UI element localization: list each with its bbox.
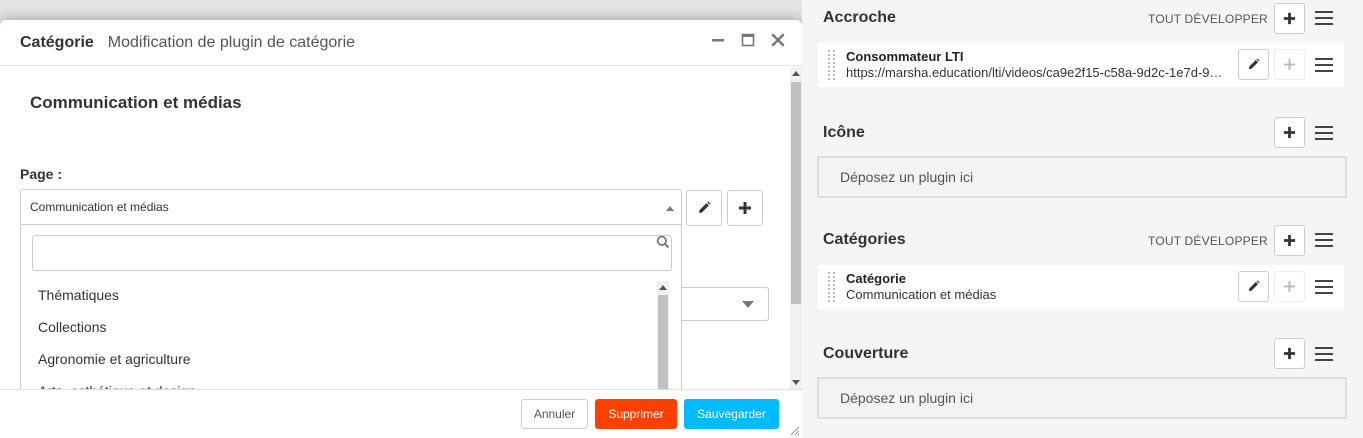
plugin-name: Catégorie xyxy=(846,271,906,286)
add-child-plugin-button[interactable] xyxy=(1274,271,1305,302)
scroll-down-icon[interactable] xyxy=(792,380,800,385)
add-plugin-button[interactable] xyxy=(1274,225,1305,256)
page-select[interactable]: Communication et médias xyxy=(20,189,682,225)
pencil-icon xyxy=(699,201,711,213)
dropdown-option[interactable]: Collections xyxy=(21,311,671,343)
modal-subtitle: Modification de plugin de catégorie xyxy=(107,33,356,51)
dropdown-option[interactable]: Agronomie et agriculture xyxy=(21,343,671,375)
edit-plugin-button[interactable] xyxy=(1238,271,1269,302)
resize-grip-icon[interactable] xyxy=(788,424,800,436)
add-plugin-button[interactable] xyxy=(1274,338,1305,369)
page-dropdown: Thématiques Collections Agronomie et agr… xyxy=(20,225,682,389)
plus-icon xyxy=(1283,347,1296,360)
dropdown-scroll-thumb[interactable] xyxy=(658,295,668,389)
page-heading: Communication et médias xyxy=(30,93,242,112)
dropdown-search-input[interactable] xyxy=(32,235,672,271)
edit-page-button[interactable] xyxy=(686,190,722,226)
pencil-icon xyxy=(1248,280,1260,292)
search-icon xyxy=(656,235,670,249)
close-icon[interactable] xyxy=(770,32,786,48)
expand-all-link[interactable]: TOUT DÉVELOPPER xyxy=(1148,234,1268,248)
dropdown-option[interactable]: Thématiques xyxy=(21,279,671,311)
window-controls xyxy=(710,32,786,48)
page-select-value: Communication et médias xyxy=(30,200,169,214)
section-title-categories: Catégories xyxy=(823,231,906,248)
delete-button[interactable]: Supprimer xyxy=(595,399,677,429)
edit-plugin-button[interactable] xyxy=(1238,49,1269,80)
plus-icon xyxy=(739,202,751,214)
maximize-icon[interactable] xyxy=(740,32,756,48)
add-plugin-button[interactable] xyxy=(1274,3,1305,34)
menu-icon[interactable] xyxy=(1315,280,1333,294)
drop-zone[interactable]: Déposez un plugin ici xyxy=(817,156,1347,198)
dropdown-scrollbar[interactable] xyxy=(657,281,669,389)
section-title-couverture: Couverture xyxy=(823,345,909,362)
caret-up-icon xyxy=(666,206,674,211)
modal-scrollbar[interactable] xyxy=(790,67,802,389)
cancel-button[interactable]: Annuler xyxy=(521,399,588,429)
modal-scroll-thumb[interactable] xyxy=(791,82,801,304)
secondary-select[interactable] xyxy=(682,287,769,321)
plus-icon xyxy=(1283,126,1296,139)
modal-body: Communication et médias Page : Communica… xyxy=(0,67,790,389)
plus-icon xyxy=(1283,12,1296,25)
drag-handle-icon[interactable] xyxy=(828,272,836,302)
plus-icon xyxy=(1283,58,1296,71)
scroll-up-icon[interactable] xyxy=(659,285,667,290)
plugin-name: Consommateur LTI xyxy=(846,49,964,64)
plus-icon xyxy=(1283,280,1296,293)
menu-icon[interactable] xyxy=(1315,126,1333,140)
section-title-accroche: Accroche xyxy=(823,9,896,26)
page-field-label: Page : xyxy=(20,166,63,182)
minimize-icon[interactable] xyxy=(710,32,726,48)
modal-title: Catégorie xyxy=(20,33,94,51)
plugin-edit-modal: Catégorie Modification de plugin de caté… xyxy=(0,20,802,438)
expand-all-link[interactable]: TOUT DÉVELOPPER xyxy=(1148,12,1268,26)
structure-panel: Accroche TOUT DÉVELOPPER Consommateur LT… xyxy=(802,0,1363,438)
modal-header: Catégorie Modification de plugin de caté… xyxy=(0,20,802,66)
caret-down-icon xyxy=(742,301,754,308)
menu-icon[interactable] xyxy=(1315,347,1333,361)
drag-handle-icon[interactable] xyxy=(828,50,836,80)
section-title-icone: Icône xyxy=(823,124,865,141)
menu-icon[interactable] xyxy=(1315,11,1333,25)
add-plugin-button[interactable] xyxy=(1274,117,1305,148)
drop-zone[interactable]: Déposez un plugin ici xyxy=(817,377,1347,419)
scroll-up-icon[interactable] xyxy=(792,71,800,76)
plugin-description: https://marsha.education/lti/videos/ca9e… xyxy=(846,65,1226,80)
add-child-plugin-button[interactable] xyxy=(1274,49,1305,80)
dropdown-option[interactable]: Arts, esthétique et design xyxy=(21,375,671,389)
dropdown-list: Thématiques Collections Agronomie et agr… xyxy=(21,279,671,389)
pencil-icon xyxy=(1248,58,1260,70)
plus-icon xyxy=(1283,234,1296,247)
menu-icon[interactable] xyxy=(1315,233,1333,247)
modal-footer: Annuler Supprimer Sauvegarder xyxy=(0,389,802,438)
plugin-description: Communication et médias xyxy=(846,287,997,302)
menu-icon[interactable] xyxy=(1315,58,1333,72)
save-button[interactable]: Sauvegarder xyxy=(684,399,779,429)
add-page-button[interactable] xyxy=(727,190,763,226)
